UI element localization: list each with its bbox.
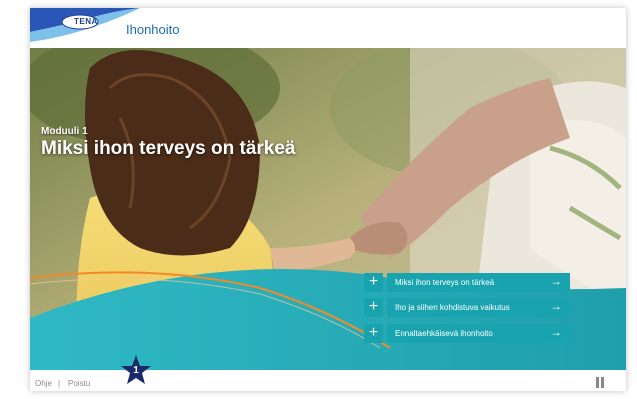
menu-button-skin-impact[interactable]: Iho ja siihen kohdistuva vaikutus → [387, 298, 570, 317]
exit-link[interactable]: Poistu [68, 379, 90, 388]
menu-label: Iho ja siihen kohdistuva vaikutus [395, 303, 510, 312]
menu-label: Miksi ihon terveys on tärkeä [395, 278, 495, 287]
plus-icon[interactable]: + [364, 324, 383, 343]
module-label: Moduuli 1 [41, 126, 88, 137]
footer-separator: | [58, 379, 61, 388]
pause-icon [601, 377, 604, 388]
plus-icon[interactable]: + [364, 273, 383, 292]
menu-button-skin-health[interactable]: Miksi ihon terveys on tärkeä → [387, 273, 570, 292]
menu-row-preventive-care: + Ennaltaehkäisevä ihonhoito → [364, 324, 570, 343]
menu-row-skin-impact: + Iho ja siihen kohdistuva vaikutus → [364, 298, 570, 317]
pause-button[interactable] [594, 377, 606, 389]
logo-text: TENA [74, 17, 98, 26]
pause-icon [596, 377, 599, 388]
arrow-right-icon: → [550, 299, 562, 313]
menu-button-preventive-care[interactable]: Ennaltaehkäisevä ihonhoito → [387, 324, 570, 343]
help-link[interactable]: Ohje [35, 379, 52, 388]
arrow-right-icon: → [550, 274, 562, 288]
tena-logo-icon [30, 8, 140, 48]
app-title: Ihonhoito [126, 22, 180, 37]
progress-star[interactable]: 1 [120, 354, 152, 386]
header: TENA Ihonhoito [30, 8, 626, 48]
menu-row-skin-health: + Miksi ihon terveys on tärkeä → [364, 273, 570, 292]
app-frame: TENA Ihonhoito Moduuli 1 Miksi ihon terv… [30, 8, 626, 391]
plus-icon[interactable]: + [364, 298, 383, 317]
module-title: Miksi ihon terveys on tärkeä [41, 138, 296, 159]
arrow-right-icon: → [550, 325, 562, 339]
hero-photo [30, 48, 626, 370]
progress-star-number: 1 [133, 365, 139, 376]
menu-label: Ennaltaehkäisevä ihonhoito [395, 329, 493, 338]
hero-image: Moduuli 1 Miksi ihon terveys on tärkeä +… [30, 48, 626, 370]
